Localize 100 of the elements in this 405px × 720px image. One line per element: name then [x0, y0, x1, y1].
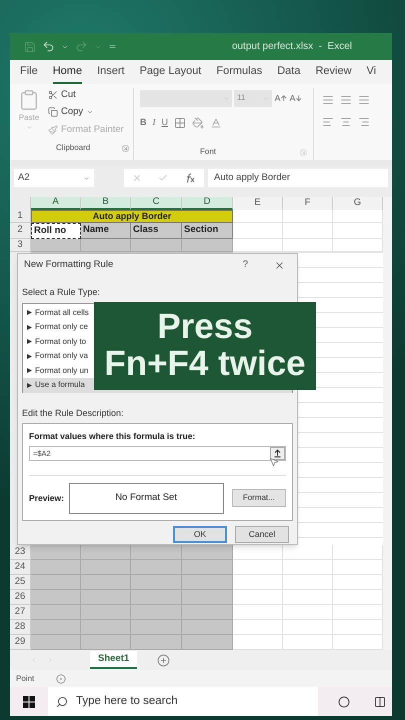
name-box[interactable]: A2: [14, 169, 94, 187]
borders-icon[interactable]: [174, 117, 186, 129]
cancel-icon[interactable]: [132, 173, 142, 183]
table-cell: [283, 560, 333, 575]
add-sheet-icon[interactable]: [157, 654, 170, 666]
ribbon-tab[interactable]: Review: [315, 62, 352, 84]
table-cell: [182, 605, 233, 620]
column-header[interactable]: D: [182, 197, 233, 210]
row-header[interactable]: 27: [10, 605, 31, 620]
table-cell: [131, 560, 182, 575]
rule-type-item[interactable]: Format only un: [35, 364, 88, 377]
arrow-bullet-icon: [27, 310, 32, 316]
ribbon-tab[interactable]: Formulas: [216, 62, 262, 84]
underline-button[interactable]: U: [162, 116, 168, 130]
lines-icon[interactable]: [358, 94, 370, 106]
brush-icon[interactable]: [48, 124, 58, 135]
windows-logo-icon: [23, 696, 35, 708]
copy-label[interactable]: Copy: [61, 105, 84, 120]
rule-type-item[interactable]: Format all cells: [35, 306, 89, 319]
table-cell: [233, 545, 283, 560]
align-center-icon[interactable]: [340, 116, 352, 128]
italic-button[interactable]: I: [152, 116, 156, 130]
ribbon-tab[interactable]: Vi: [366, 62, 376, 84]
formula-field[interactable]: Auto apply Border: [208, 169, 388, 187]
table-cell: [182, 635, 233, 650]
arrow-bullet-icon: [27, 324, 32, 330]
scroll-right-icon[interactable]: [46, 656, 54, 664]
group-label: Font: [200, 146, 216, 158]
cancel-button[interactable]: Cancel: [235, 526, 289, 543]
cut-label[interactable]: Cut: [61, 88, 76, 102]
corner-arrow-icon[interactable]: [300, 148, 307, 156]
enter-icon[interactable]: [158, 173, 168, 183]
ribbon-tab[interactable]: Data: [277, 62, 300, 84]
formula-label: Format values where this formula is true:: [29, 430, 196, 443]
table-cell: [31, 560, 81, 575]
undo-icon[interactable]: [42, 40, 55, 53]
row-header[interactable]: 23: [10, 545, 31, 560]
align-left-icon[interactable]: [322, 116, 334, 128]
customize-icon[interactable]: [108, 42, 117, 51]
collapse-button[interactable]: [270, 446, 285, 460]
table-cell: Section: [182, 223, 233, 239]
task-view-icon[interactable]: [374, 696, 386, 708]
column-header[interactable]: A: [31, 197, 81, 210]
circle-dot-icon[interactable]: [56, 674, 66, 684]
table-cell: [283, 575, 333, 590]
align-right-icon[interactable]: [358, 116, 370, 128]
table-cell: [131, 620, 182, 635]
sheet-tab[interactable]: Sheet1: [90, 651, 138, 669]
circle-icon[interactable]: [338, 696, 350, 708]
save-icon[interactable]: [24, 40, 36, 52]
scroll-left-icon[interactable]: [30, 656, 38, 664]
row-header[interactable]: 26: [10, 590, 31, 605]
ribbon-tab[interactable]: File: [20, 62, 38, 84]
table-cell: [233, 210, 283, 223]
corner-arrow-icon[interactable]: [122, 144, 129, 152]
row-header[interactable]: 25: [10, 575, 31, 590]
lines-icon[interactable]: [340, 94, 352, 106]
table-cell: [283, 223, 333, 239]
ribbon-tab[interactable]: Insert: [97, 62, 125, 84]
column-header[interactable]: C: [131, 197, 182, 210]
arrow-bullet-icon: [27, 368, 32, 374]
help-button[interactable]: ?: [242, 258, 248, 272]
lines-icon[interactable]: [322, 94, 334, 106]
close-icon[interactable]: [274, 260, 285, 270]
ribbon-tab[interactable]: Page Layout: [140, 62, 202, 84]
table-cell: [283, 590, 333, 605]
function-icon[interactable]: [184, 172, 196, 184]
paste-icon[interactable]: [18, 88, 40, 112]
preview-label: Preview:: [29, 492, 65, 505]
table-cell: [233, 605, 283, 620]
paint-bucket-icon[interactable]: [192, 117, 204, 129]
font-color-icon[interactable]: [210, 117, 222, 129]
table-cell: [131, 635, 182, 650]
format-button[interactable]: Format...: [232, 489, 286, 508]
row-header[interactable]: 1: [10, 210, 31, 223]
table-cell: [333, 223, 383, 239]
preview-box: No Format Set: [68, 482, 224, 514]
row-header[interactable]: 24: [10, 560, 31, 575]
rule-type-item[interactable]: Format only to: [35, 336, 86, 348]
caret-icon[interactable]: [83, 174, 90, 182]
arrow-bullet-icon: [27, 354, 32, 359]
font-name-field[interactable]: [140, 90, 232, 106]
copy-icon[interactable]: [48, 107, 58, 118]
row-header[interactable]: 28: [10, 620, 31, 635]
table-cell: Roll no: [31, 223, 81, 239]
taskbar-search-field[interactable]: Type here to search: [48, 687, 318, 716]
table-cell: [31, 590, 81, 605]
row-header[interactable]: 3: [10, 239, 31, 252]
column-header[interactable]: B: [81, 197, 131, 210]
bold-button[interactable]: B: [140, 116, 146, 130]
table-cell: [81, 620, 131, 635]
rule-type-item[interactable]: Format only ce: [35, 321, 88, 334]
table-cell: Name: [81, 223, 131, 239]
rule-type-item[interactable]: Format only va: [35, 350, 88, 362]
mouse-pointer-icon: [269, 456, 279, 468]
row-header[interactable]: 29: [10, 635, 31, 650]
scissors-icon[interactable]: [48, 90, 58, 100]
redo-icon[interactable]: [75, 40, 88, 53]
row-header[interactable]: 2: [10, 223, 31, 239]
ok-button[interactable]: OK: [173, 526, 227, 543]
